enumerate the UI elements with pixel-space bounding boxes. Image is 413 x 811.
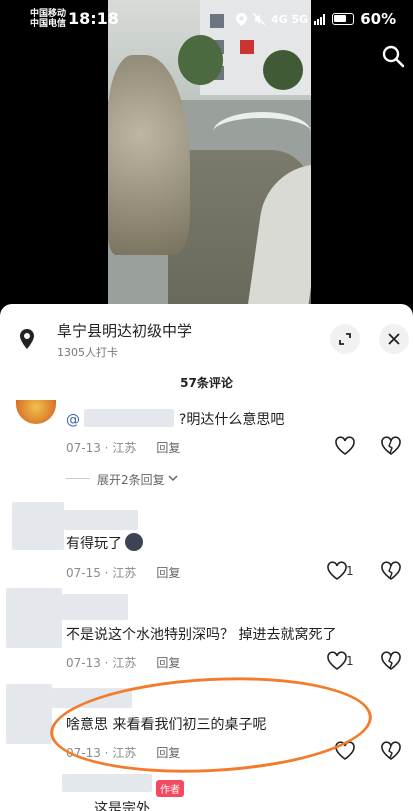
- location-pin-icon: [20, 329, 34, 349]
- emoji-icon: [125, 533, 143, 551]
- search-icon[interactable]: [381, 44, 405, 68]
- close-button[interactable]: [379, 324, 409, 354]
- signal-icon: [314, 13, 326, 25]
- expand-button[interactable]: [330, 324, 360, 354]
- video-player[interactable]: [108, 0, 311, 304]
- video-bridge: [213, 112, 311, 152]
- video-tree: [263, 50, 303, 90]
- close-icon: [388, 333, 400, 345]
- carrier-1: 中国移动: [30, 9, 67, 19]
- like-icon[interactable]: [326, 651, 348, 671]
- status-icons: 4G 5G 60%: [236, 10, 396, 28]
- checkin-count: 1305人打卡: [57, 346, 118, 359]
- reply-button[interactable]: 回复: [156, 441, 180, 455]
- comment-meta: 07-13 · 江苏 回复: [66, 746, 181, 760]
- comment-text: 这是宗外: [94, 801, 150, 811]
- reply-button[interactable]: 回复: [156, 656, 180, 670]
- blurred-username: [84, 409, 175, 427]
- comment-meta: 07-13 · 江苏 回复: [66, 441, 181, 455]
- comment-text: 有得玩了: [66, 533, 143, 553]
- comment-text: 不是说这个水池特别深吗？ 掉进去就窝死了: [66, 627, 337, 643]
- battery-percent: 60%: [360, 10, 397, 28]
- dislike-icon[interactable]: [381, 561, 401, 581]
- comment-count: 57条评论: [180, 376, 233, 390]
- clock: 18:18: [68, 9, 119, 28]
- like-icon[interactable]: [334, 741, 356, 761]
- dislike-icon[interactable]: [381, 741, 401, 761]
- mute-icon: [253, 13, 265, 25]
- video-tree: [178, 35, 223, 85]
- comment-text: @ ?明达什么意思吧: [66, 409, 284, 429]
- like-icon[interactable]: [334, 436, 356, 456]
- location-icon: [236, 12, 247, 26]
- dislike-icon[interactable]: [381, 651, 401, 671]
- blurred-username: [62, 594, 128, 620]
- like-count: 1: [346, 654, 354, 668]
- like-count: 1: [346, 564, 354, 578]
- comment-meta: 07-13 · 江苏 回复: [66, 656, 181, 670]
- carrier-labels: 中国移动 中国电信: [30, 9, 66, 29]
- avatar[interactable]: [16, 400, 56, 424]
- status-bar: 中国移动 中国电信 18:18 4G 5G 60%: [0, 0, 413, 38]
- like-icon[interactable]: [326, 561, 348, 581]
- comment-sheet: 阜宁县明达初级中学 1305人打卡 57条评论 @ ?明达什么意思吧 07-13…: [0, 304, 413, 811]
- dislike-icon[interactable]: [381, 436, 401, 456]
- blurred-avatar: [12, 502, 64, 550]
- divider: [66, 478, 90, 479]
- blurred-username: [52, 688, 132, 708]
- expand-replies-button[interactable]: 展开2条回复: [97, 471, 178, 488]
- battery-icon: [332, 13, 355, 25]
- blurred-avatar: [6, 684, 52, 744]
- location-name[interactable]: 阜宁县明达初级中学: [57, 320, 192, 341]
- blurred-username: [64, 510, 138, 530]
- chevron-down-icon: [168, 475, 178, 482]
- blurred-username: [62, 774, 152, 792]
- reply-button[interactable]: 回复: [156, 746, 180, 760]
- mention-symbol[interactable]: @: [66, 412, 80, 428]
- blurred-avatar: [6, 588, 62, 648]
- expand-icon: [339, 333, 351, 345]
- network-label: 4G 5G: [271, 12, 309, 26]
- author-badge: 作者: [156, 780, 184, 797]
- comment-meta: 07-15 · 江苏 回复: [66, 566, 181, 580]
- carrier-2: 中国电信: [30, 19, 67, 29]
- reply-button[interactable]: 回复: [156, 566, 180, 580]
- comment-text: 啥意思 来看看我们初三的桌子呢: [66, 717, 267, 733]
